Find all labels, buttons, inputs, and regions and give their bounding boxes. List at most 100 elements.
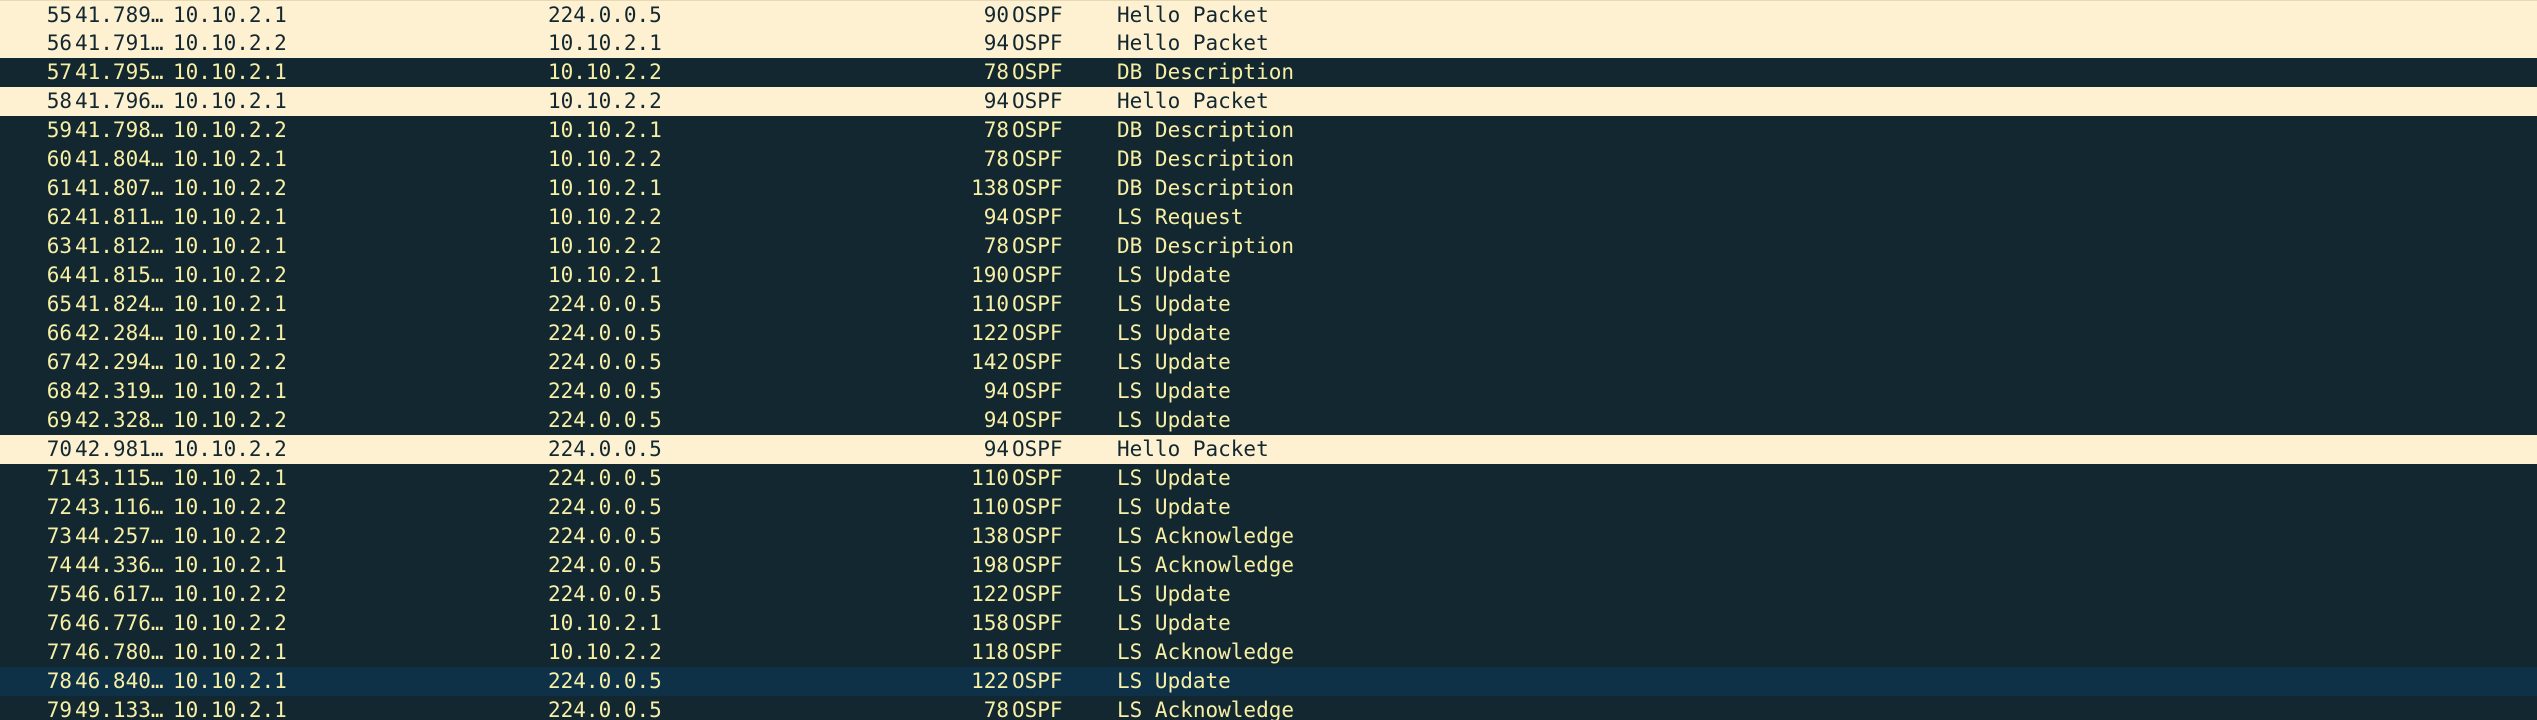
packet-time: 42.328… [75, 408, 164, 432]
packet-info: LS Update [1117, 292, 1231, 316]
packet-number: 62 [46, 205, 72, 229]
packet-time: 41.798… [75, 118, 164, 142]
packet-length: 190 [971, 263, 1009, 287]
packet-info: DB Description [1117, 118, 1295, 142]
packet-time: 43.115… [75, 466, 164, 490]
packet-row[interactable]: 55 41.789… 10.10.2.1 224.0.0.5 90 OSPF Hello P… [0, 0, 2537, 29]
packet-list[interactable]: 55 41.789… 10.10.2.1 224.0.0.5 90 OSPF Hello P… [0, 0, 2537, 720]
packet-number: 58 [46, 89, 72, 113]
packet-length: 78 [983, 698, 1009, 720]
packet-length: 78 [983, 60, 1009, 84]
packet-length: 78 [983, 118, 1009, 142]
packet-protocol: OSPF [1012, 466, 1063, 490]
packet-time: 42.284… [75, 321, 164, 345]
packet-number: 70 [46, 437, 72, 461]
packet-protocol: OSPF [1012, 60, 1063, 84]
packet-length: 78 [983, 147, 1009, 171]
packet-row[interactable]: 79 49.133… 10.10.2.1 224.0.0.5 78 OSPF LS Ackn… [0, 696, 2537, 720]
packet-info: LS Acknowledge [1117, 698, 1295, 720]
packet-time: 46.776… [75, 611, 164, 635]
packet-number: 67 [46, 350, 72, 374]
packet-row[interactable]: 59 41.798… 10.10.2.2 10.10.2.1 78 OSPF DB Desc… [0, 116, 2537, 145]
packet-row[interactable]: 57 41.795… 10.10.2.1 10.10.2.2 78 OSPF DB Desc… [0, 58, 2537, 87]
packet-destination: 10.10.2.2 [548, 60, 662, 84]
packet-protocol: OSPF [1012, 524, 1063, 548]
packet-row[interactable]: 65 41.824… 10.10.2.1 224.0.0.5 110 OSPF LS Upd… [0, 290, 2537, 319]
packet-info: DB Description [1117, 176, 1295, 200]
packet-info: Hello Packet [1117, 3, 1269, 27]
packet-number: 65 [46, 292, 72, 316]
packet-length: 122 [971, 582, 1009, 606]
packet-time: 41.811… [75, 205, 164, 229]
packet-info: LS Update [1117, 669, 1231, 693]
packet-time: 41.807… [75, 176, 164, 200]
packet-length: 94 [983, 31, 1009, 55]
packet-protocol: OSPF [1012, 582, 1063, 606]
packet-info: LS Update [1117, 611, 1231, 635]
packet-row[interactable]: 68 42.319… 10.10.2.1 224.0.0.5 94 OSPF LS Upda… [0, 377, 2537, 406]
packet-source: 10.10.2.2 [173, 263, 287, 287]
packet-destination: 224.0.0.5 [548, 292, 662, 316]
packet-protocol: OSPF [1012, 698, 1063, 720]
packet-row[interactable]: 60 41.804… 10.10.2.1 10.10.2.2 78 OSPF DB Desc… [0, 145, 2537, 174]
packet-length: 138 [971, 176, 1009, 200]
packet-source: 10.10.2.2 [173, 408, 287, 432]
packet-destination: 10.10.2.2 [548, 640, 662, 664]
packet-row[interactable]: 56 41.791… 10.10.2.2 10.10.2.1 94 OSPF Hello P… [0, 29, 2537, 58]
packet-time: 44.257… [75, 524, 164, 548]
packet-info: LS Request [1117, 205, 1244, 229]
packet-destination: 224.0.0.5 [548, 379, 662, 403]
packet-time: 46.840… [75, 669, 164, 693]
packet-row[interactable]: 70 42.981… 10.10.2.2 224.0.0.5 94 OSPF Hello P… [0, 435, 2537, 464]
packet-row[interactable]: 78 46.840… 10.10.2.1 224.0.0.5 122 OSPF LS Upd… [0, 667, 2537, 696]
packet-destination: 10.10.2.1 [548, 118, 662, 142]
packet-source: 10.10.2.1 [173, 640, 287, 664]
packet-protocol: OSPF [1012, 234, 1063, 258]
packet-source: 10.10.2.1 [173, 698, 287, 720]
packet-number: 59 [46, 118, 72, 142]
packet-number: 68 [46, 379, 72, 403]
packet-info: LS Update [1117, 263, 1231, 287]
packet-row[interactable]: 62 41.811… 10.10.2.1 10.10.2.2 94 OSPF LS Requ… [0, 203, 2537, 232]
packet-source: 10.10.2.1 [173, 379, 287, 403]
packet-row[interactable]: 66 42.284… 10.10.2.1 224.0.0.5 122 OSPF LS Upd… [0, 319, 2537, 348]
packet-number: 56 [46, 31, 72, 55]
packet-row[interactable]: 71 43.115… 10.10.2.1 224.0.0.5 110 OSPF LS Upd… [0, 464, 2537, 493]
packet-number: 66 [46, 321, 72, 345]
packet-source: 10.10.2.2 [173, 611, 287, 635]
packet-time: 41.791… [75, 31, 164, 55]
packet-row[interactable]: 58 41.796… 10.10.2.1 10.10.2.2 94 OSPF Hello P… [0, 87, 2537, 116]
packet-row[interactable]: 73 44.257… 10.10.2.2 224.0.0.5 138 OSPF LS Ack… [0, 522, 2537, 551]
packet-row[interactable]: 76 46.776… 10.10.2.2 10.10.2.1 158 OSPF LS Upd… [0, 609, 2537, 638]
packet-number: 74 [46, 553, 72, 577]
packet-number: 64 [46, 263, 72, 287]
packet-destination: 10.10.2.2 [548, 89, 662, 113]
packet-protocol: OSPF [1012, 611, 1063, 635]
packet-protocol: OSPF [1012, 350, 1063, 374]
packet-row[interactable]: 67 42.294… 10.10.2.2 224.0.0.5 142 OSPF LS Upd… [0, 348, 2537, 377]
packet-length: 138 [971, 524, 1009, 548]
packet-time: 43.116… [75, 495, 164, 519]
packet-row[interactable]: 74 44.336… 10.10.2.1 224.0.0.5 198 OSPF LS Ack… [0, 551, 2537, 580]
packet-time: 46.617… [75, 582, 164, 606]
packet-row[interactable]: 61 41.807… 10.10.2.2 10.10.2.1 138 OSPF DB Des… [0, 174, 2537, 203]
packet-protocol: OSPF [1012, 205, 1063, 229]
packet-length: 142 [971, 350, 1009, 374]
packet-row[interactable]: 64 41.815… 10.10.2.2 10.10.2.1 190 OSPF LS Upd… [0, 261, 2537, 290]
packet-row[interactable]: 69 42.328… 10.10.2.2 224.0.0.5 94 OSPF LS Upda… [0, 406, 2537, 435]
packet-source: 10.10.2.2 [173, 524, 287, 548]
packet-source: 10.10.2.1 [173, 292, 287, 316]
packet-row[interactable]: 63 41.812… 10.10.2.1 10.10.2.2 78 OSPF DB Desc… [0, 232, 2537, 261]
packet-protocol: OSPF [1012, 437, 1063, 461]
packet-length: 90 [983, 3, 1009, 27]
packet-row[interactable]: 75 46.617… 10.10.2.2 224.0.0.5 122 OSPF LS Upd… [0, 580, 2537, 609]
packet-row[interactable]: 77 46.780… 10.10.2.1 10.10.2.2 118 OSPF LS Ack… [0, 638, 2537, 667]
packet-protocol: OSPF [1012, 379, 1063, 403]
packet-destination: 224.0.0.5 [548, 495, 662, 519]
packet-number: 76 [46, 611, 72, 635]
packet-destination: 224.0.0.5 [548, 321, 662, 345]
packet-info: Hello Packet [1117, 89, 1269, 113]
packet-source: 10.10.2.1 [173, 147, 287, 171]
packet-number: 55 [46, 3, 72, 27]
packet-row[interactable]: 72 43.116… 10.10.2.2 224.0.0.5 110 OSPF LS Upd… [0, 493, 2537, 522]
